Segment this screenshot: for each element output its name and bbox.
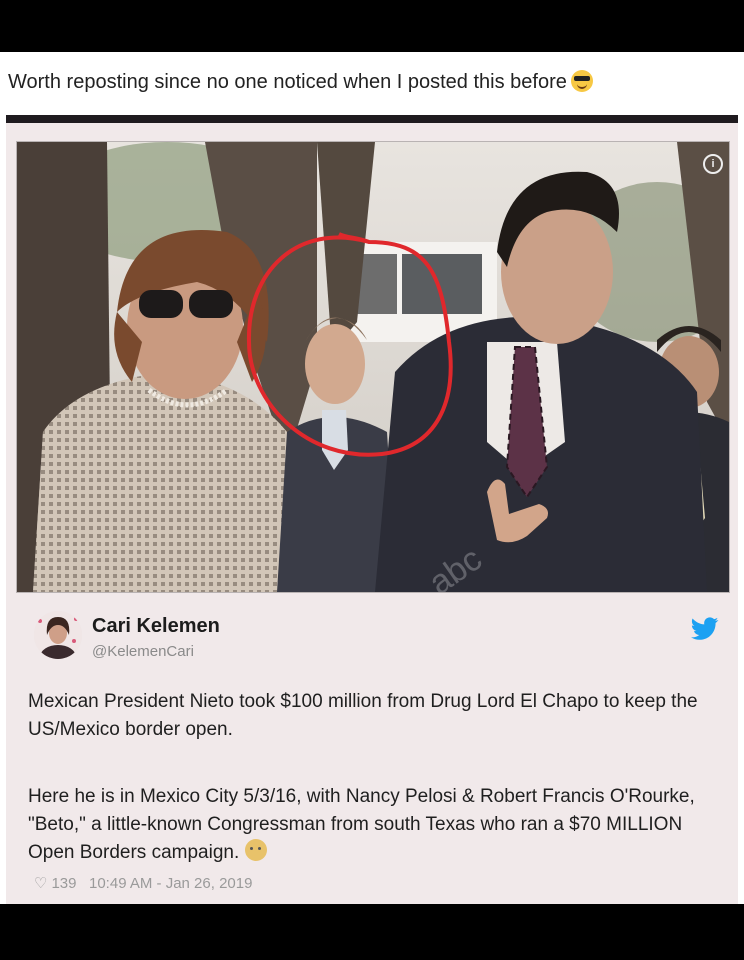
tweet-screenshot[interactable]: abc i Cari Kelemen @KelemenCari Mexican …: [6, 123, 738, 904]
top-black-bar: [0, 0, 744, 52]
post-caption: Worth reposting since no one noticed whe…: [8, 70, 593, 94]
photo-illustration: abc: [17, 142, 729, 592]
avatar-image: [34, 611, 82, 659]
post-caption-text: Worth reposting since no one noticed whe…: [8, 71, 567, 93]
tweet-photo[interactable]: abc i: [16, 141, 730, 593]
tweet-paragraph-2-text: Here he is in Mexico City 5/3/16, with N…: [28, 786, 695, 863]
avatar[interactable]: [34, 611, 82, 659]
info-icon[interactable]: i: [703, 154, 723, 174]
sunglasses-emoji-icon: [570, 70, 593, 92]
tweet-paragraph-1: Mexican President Nieto took $100 millio…: [28, 691, 698, 740]
thinking-emoji-icon: [245, 839, 268, 861]
heart-icon[interactable]: ♡: [34, 874, 47, 892]
facebook-post: Worth reposting since no one noticed whe…: [0, 52, 744, 904]
author-name[interactable]: Cari Kelemen: [92, 615, 220, 638]
twitter-bird-icon[interactable]: [690, 617, 720, 641]
author-handle[interactable]: @KelemenCari: [92, 643, 194, 660]
tweet-timestamp[interactable]: 10:49 AM - Jan 26, 2019: [89, 875, 252, 892]
bottom-black-bar: [0, 904, 744, 960]
screenshot-top-border: [6, 115, 738, 123]
like-count[interactable]: 139: [51, 875, 76, 892]
tweet-paragraph-2: Here he is in Mexico City 5/3/16, with N…: [28, 783, 718, 867]
tweet-meta: ♡ 139 10:49 AM - Jan 26, 2019: [34, 874, 252, 892]
